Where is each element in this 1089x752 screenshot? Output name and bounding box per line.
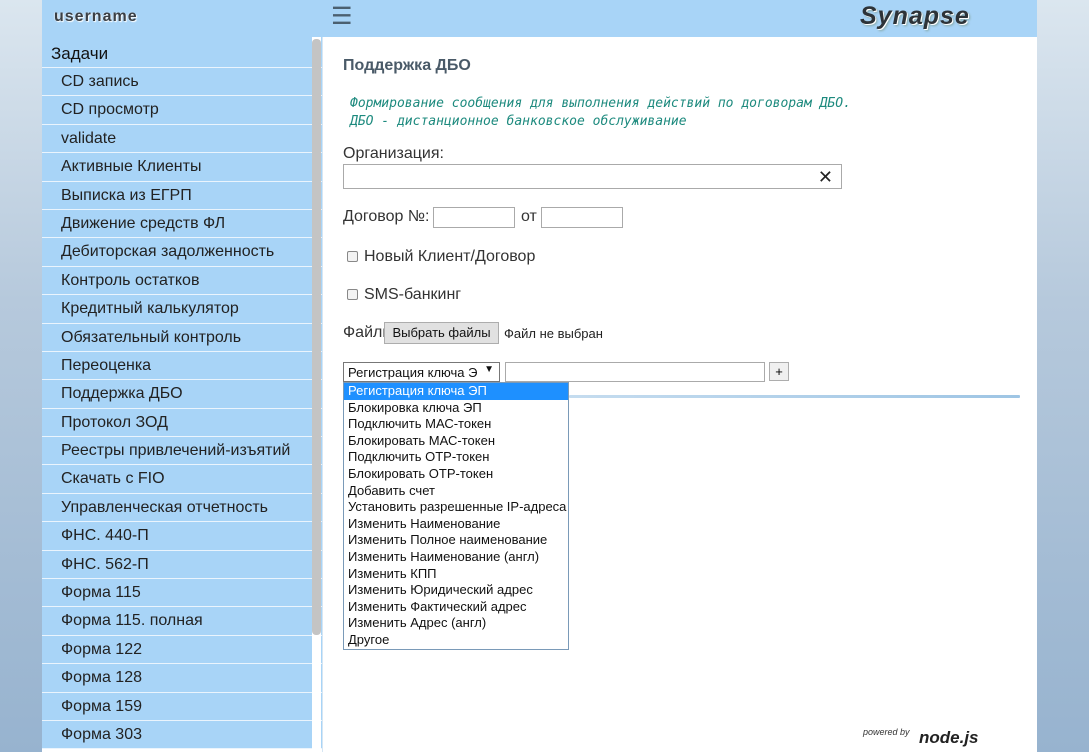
sidebar-item[interactable]: Обязательный контроль (42, 323, 322, 352)
sms-label[interactable]: SMS-банкинг (364, 286, 461, 304)
action-select-value: Регистрация ключа Э (348, 365, 478, 380)
divider (569, 395, 1020, 398)
sidebar-item[interactable]: Скачать с FIO (42, 465, 322, 494)
sidebar-item[interactable]: Форма 122 (42, 635, 322, 665)
sidebar-item[interactable]: Управленческая отчетность (42, 493, 322, 523)
action-select[interactable]: Регистрация ключа Э ▼ (343, 362, 500, 382)
dropdown-option[interactable]: Регистрация ключа ЭП (344, 383, 568, 400)
description-line: Формирование сообщения для выполнения де… (350, 96, 851, 111)
sidebar-title[interactable]: Задачи (42, 37, 322, 68)
sidebar-list: CD запись CD просмотр validate Активные Кли… (42, 68, 322, 750)
powered-by-label: powered by (863, 727, 910, 737)
action-text-field[interactable] (505, 362, 765, 382)
dropdown-option[interactable]: Изменить Адрес (англ) (344, 615, 568, 632)
add-button[interactable]: + (769, 362, 789, 381)
dropdown-option[interactable]: Изменить Наименование (англ) (344, 549, 568, 566)
sidebar-item[interactable]: Форма 115 (42, 579, 322, 608)
sidebar-item[interactable]: Поддержка ДБО (42, 380, 322, 409)
action-dropdown-list: Регистрация ключа ЭП Блокировка ключа ЭП П… (343, 382, 569, 650)
main-panel: Поддержка ДБО Формирование сообщения для… (322, 37, 1037, 752)
app-window: username ☰ Synapse Задачи CD запись CD пр… (42, 0, 1037, 752)
dropdown-option[interactable]: Изменить Фактический адрес (344, 599, 568, 616)
org-label: Организация: (343, 145, 444, 162)
dropdown-arrow-icon: ▼ (484, 364, 494, 375)
description-line: ДБО - дистанционное банковское обслужива… (350, 114, 687, 129)
contract-date-field[interactable] (541, 207, 623, 228)
sidebar-item[interactable]: Активные Клиенты (42, 153, 322, 182)
dropdown-option[interactable]: Изменить Наименование (344, 516, 568, 533)
choose-files-button[interactable]: Выбрать файлы (384, 322, 499, 344)
date-label: от (521, 208, 537, 225)
sidebar-item[interactable]: Движение средств ФЛ (42, 209, 322, 239)
hamburger-icon[interactable]: ☰ (331, 4, 353, 30)
close-icon[interactable]: ✕ (818, 167, 833, 187)
dropdown-option[interactable]: Установить разрешенные IP-адреса (344, 499, 568, 516)
contract-label: Договор №: (343, 208, 430, 225)
top-bar: username ☰ Synapse (42, 0, 1037, 37)
sidebar: Задачи CD запись CD просмотр validate Актив… (42, 37, 322, 752)
dropdown-option[interactable]: Подключить ОТР-токен (344, 449, 568, 466)
sidebar-item[interactable]: Выписка из ЕГРП (42, 181, 322, 210)
scrollbar-thumb[interactable] (312, 39, 321, 635)
sidebar-item[interactable]: ФНС. 562-П (42, 550, 322, 580)
sidebar-item[interactable]: Форма 159 (42, 692, 322, 721)
sidebar-item[interactable]: Дебиторская задолженность (42, 238, 322, 267)
new-client-label[interactable]: Новый Клиент/Договор (364, 248, 535, 266)
dropdown-option[interactable]: Изменить Юридический адрес (344, 582, 568, 599)
sidebar-item[interactable]: ФНС. 440-П (42, 522, 322, 551)
dropdown-option[interactable]: Подключить МАС-токен (344, 416, 568, 433)
contract-number-field[interactable] (433, 207, 515, 228)
org-field[interactable]: ✕ (343, 164, 842, 189)
dropdown-option[interactable]: Блокировка ключа ЭП (344, 400, 568, 417)
nodejs-logo: node.js (919, 728, 979, 747)
dropdown-option[interactable]: Изменить Полное наименование (344, 532, 568, 549)
sidebar-item[interactable]: Реестры привлечений-изъятий (42, 437, 322, 466)
sidebar-item[interactable]: CD просмотр (42, 96, 322, 125)
sms-checkbox[interactable] (347, 289, 358, 300)
sidebar-item[interactable]: Протокол ЗОД (42, 408, 322, 438)
page-description: Формирование сообщения для выполнения де… (350, 95, 851, 131)
dropdown-option[interactable]: Другое (344, 632, 568, 649)
new-client-checkbox[interactable] (347, 251, 358, 262)
sidebar-item[interactable]: Переоценка (42, 351, 322, 381)
sidebar-item[interactable]: Контроль остатков (42, 266, 322, 296)
sidebar-item[interactable]: Форма 115. полная (42, 607, 322, 636)
sidebar-scrollbar[interactable] (312, 37, 321, 752)
dropdown-option[interactable]: Блокировать ОТР-токен (344, 466, 568, 483)
sidebar-item[interactable]: Форма 303 (42, 720, 322, 750)
brand-logo: Synapse (860, 2, 970, 30)
dropdown-option[interactable]: Изменить КПП (344, 566, 568, 583)
sidebar-item[interactable]: CD запись (42, 68, 322, 97)
dropdown-option[interactable]: Добавить счет (344, 483, 568, 500)
sidebar-item[interactable]: validate (42, 124, 322, 154)
sidebar-item[interactable]: Кредитный калькулятор (42, 295, 322, 324)
page-title: Поддержка ДБО (343, 57, 471, 74)
files-status: Файл не выбран (504, 326, 603, 341)
username-label[interactable]: username (54, 8, 138, 26)
sidebar-item[interactable]: Форма 128 (42, 664, 322, 693)
dropdown-option[interactable]: Блокировать МАС-токен (344, 433, 568, 450)
